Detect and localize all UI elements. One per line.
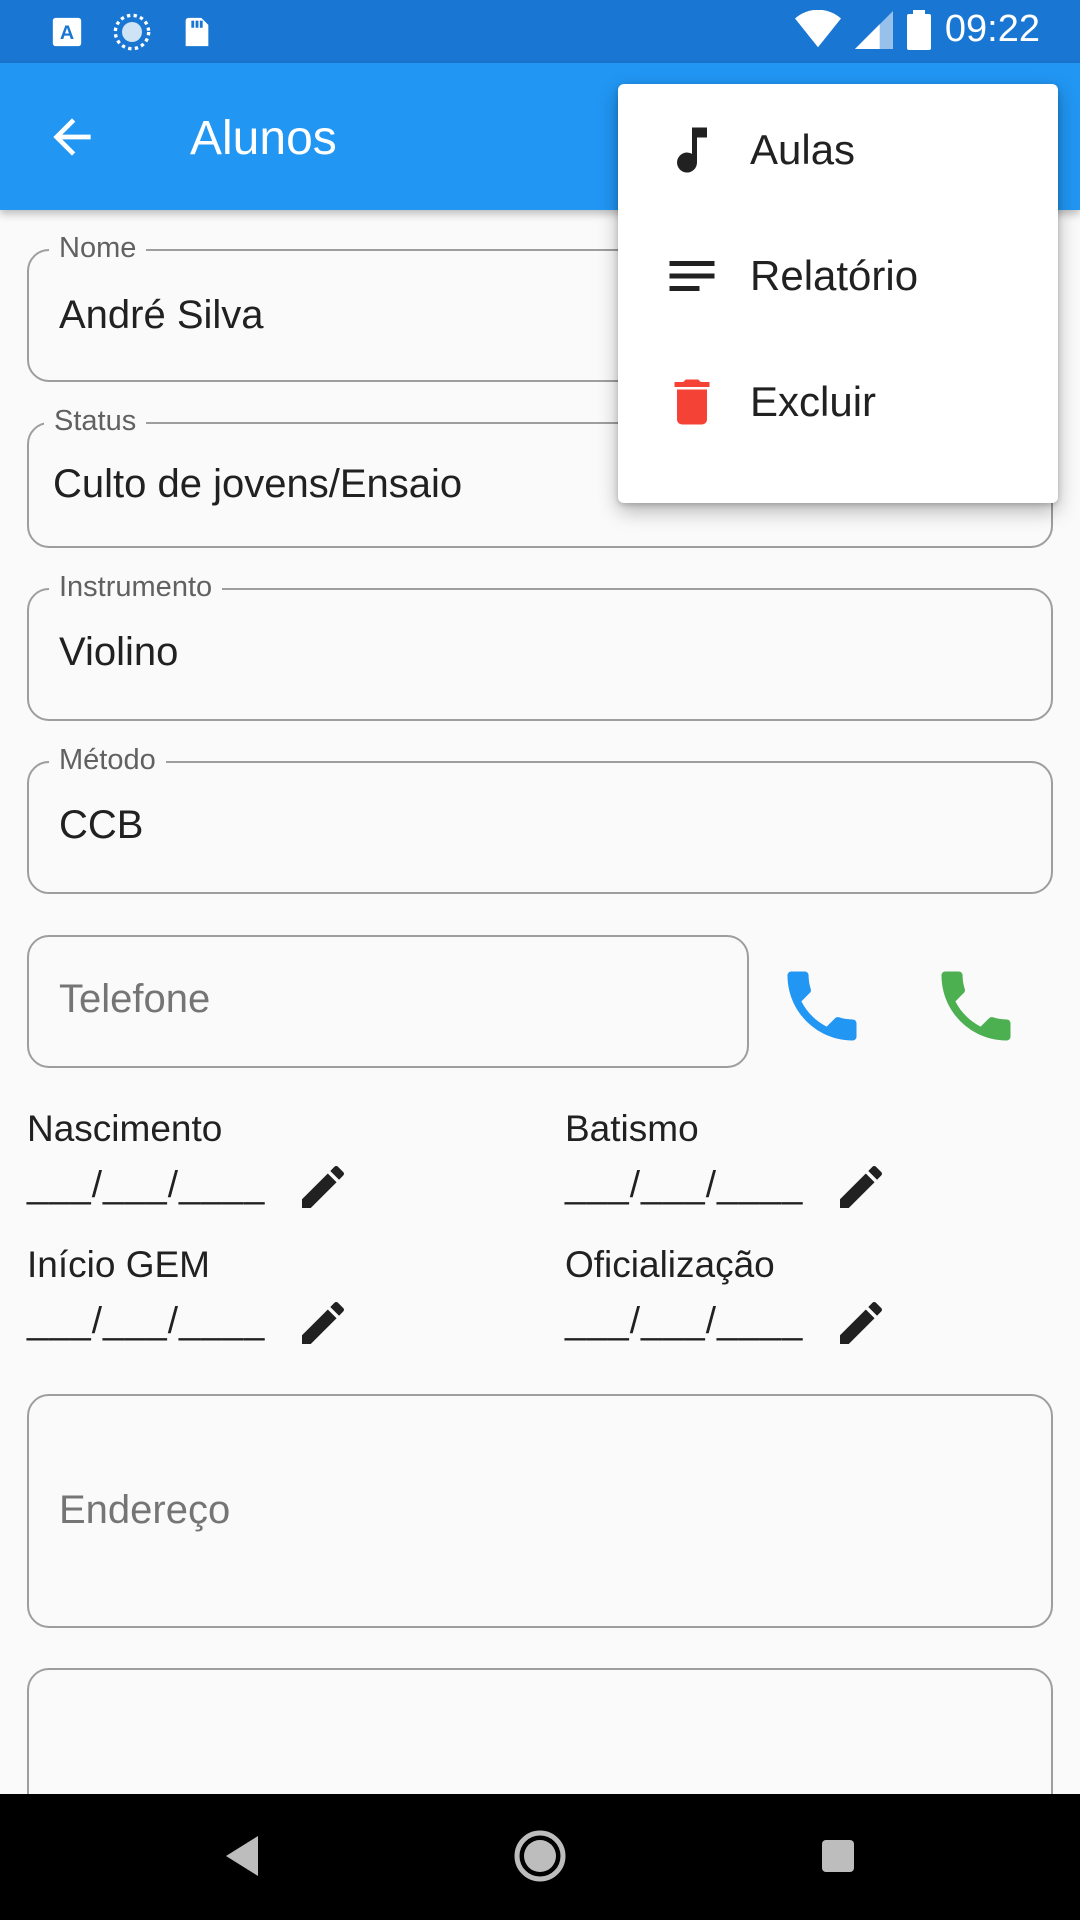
instrumento-field[interactable]: Instrumento Violino xyxy=(27,570,1053,721)
page-title: Alunos xyxy=(190,112,337,165)
status-bar: A 09:22 xyxy=(0,0,1080,63)
inicio-gem-date: Início GEM ___/___/____ xyxy=(27,1244,265,1342)
overflow-menu: Aulas Relatório Excluir xyxy=(618,84,1058,503)
instrumento-label: Instrumento xyxy=(49,570,223,604)
back-triangle-icon[interactable] xyxy=(222,1834,262,1878)
inicio-gem-value: ___/___/____ xyxy=(27,1300,266,1341)
menu-label-excluir: Excluir xyxy=(750,378,877,425)
batismo-value: ___/___/____ xyxy=(565,1164,804,1205)
nome-label: Nome xyxy=(49,231,147,265)
edit-batismo-icon[interactable] xyxy=(833,1159,889,1215)
menu-label-relatorio: Relatório xyxy=(750,252,919,299)
signal-icon xyxy=(854,10,893,49)
recents-square-icon[interactable] xyxy=(820,1838,856,1874)
system-nav-bar xyxy=(0,1794,1080,1920)
battery-icon xyxy=(906,9,931,50)
status-icons-right: 09:22 xyxy=(794,8,1040,51)
menu-label-aulas: Aulas xyxy=(750,126,856,173)
oficializacao-label: Oficialização xyxy=(565,1244,775,1285)
music-note-icon xyxy=(677,127,707,173)
oficializacao-date: Oficialização ___/___/____ xyxy=(565,1244,803,1342)
nome-value: André Silva xyxy=(59,293,264,337)
instrumento-value: Violino xyxy=(59,630,179,674)
oficializacao-value: ___/___/____ xyxy=(565,1300,804,1341)
loading-icon xyxy=(113,13,151,51)
wifi-icon xyxy=(794,9,841,47)
nascimento-date: Nascimento ___/___/____ xyxy=(27,1108,265,1206)
status-icons-left: A xyxy=(50,12,214,52)
inicio-gem-label: Início GEM xyxy=(27,1244,210,1285)
whatsapp-call-icon[interactable] xyxy=(930,960,1022,1052)
sd-card-icon xyxy=(185,17,209,47)
endereco-placeholder: Endereço xyxy=(59,1488,231,1532)
telefone-placeholder: Telefone xyxy=(59,977,211,1021)
edit-nascimento-icon[interactable] xyxy=(295,1159,351,1215)
batismo-label: Batismo xyxy=(565,1108,699,1149)
edit-oficializacao-icon[interactable] xyxy=(833,1295,889,1351)
trash-icon xyxy=(674,379,710,425)
home-circle-icon[interactable] xyxy=(514,1830,566,1882)
svg-text:A: A xyxy=(60,22,74,44)
menu-item-excluir[interactable]: Excluir xyxy=(618,340,1058,466)
metodo-value: CCB xyxy=(59,803,144,847)
status-label: Status xyxy=(44,404,147,438)
phone-call-icon[interactable] xyxy=(776,960,868,1052)
endereco-field[interactable]: Endereço xyxy=(27,1394,1053,1628)
menu-item-aulas[interactable]: Aulas xyxy=(618,88,1058,214)
metodo-label: Método xyxy=(49,743,166,777)
status-time: 09:22 xyxy=(944,8,1040,50)
edit-inicio-gem-icon[interactable] xyxy=(295,1295,351,1351)
nascimento-value: ___/___/____ xyxy=(27,1164,266,1205)
status-value: Culto de jovens/Ensaio xyxy=(53,462,463,506)
metodo-field[interactable]: Método CCB xyxy=(27,743,1053,894)
notes-icon xyxy=(669,261,715,291)
menu-item-relatorio[interactable]: Relatório xyxy=(618,214,1058,340)
arrow-back-icon[interactable] xyxy=(44,109,100,165)
telefone-field[interactable]: Telefone xyxy=(27,935,749,1068)
nascimento-label: Nascimento xyxy=(27,1108,223,1149)
batismo-date: Batismo ___/___/____ xyxy=(565,1108,803,1206)
a-keyboard-icon: A xyxy=(52,17,82,47)
